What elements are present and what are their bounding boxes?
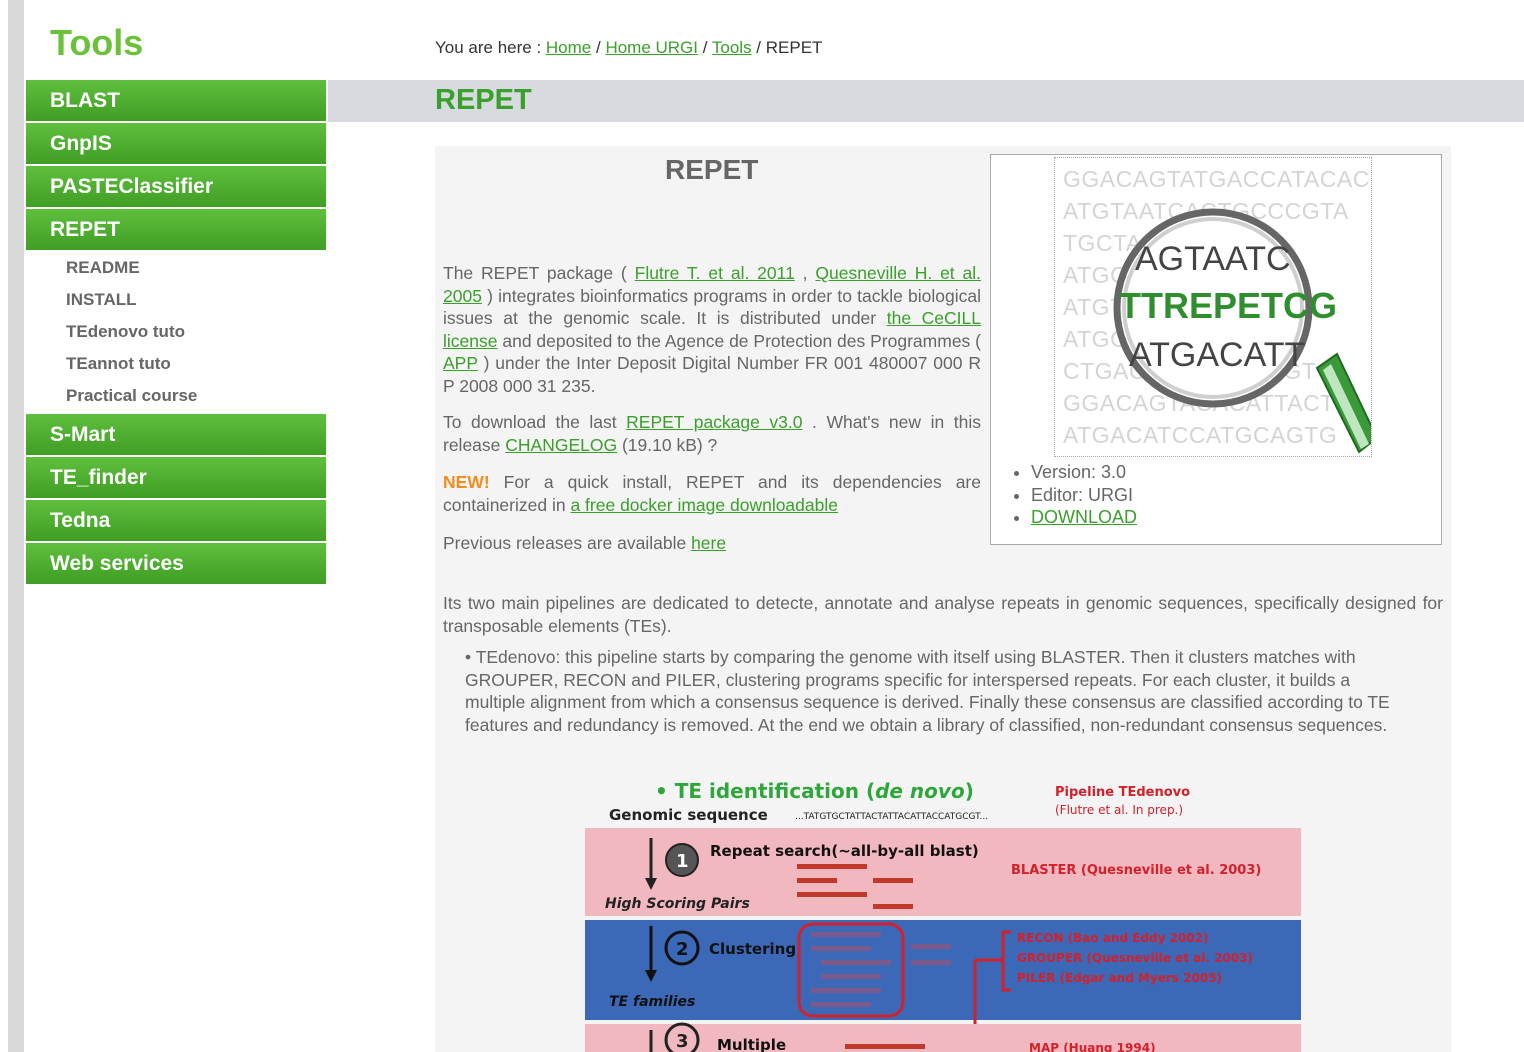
breadcrumb-prefix: You are here : xyxy=(435,38,546,57)
breadcrumb-current: REPET xyxy=(765,38,823,57)
map-reference: MAP (Huang 1994) xyxy=(1029,1041,1156,1052)
content-title: REPET xyxy=(665,154,759,185)
tedenovo-item: • TEdenovo: this pipeline starts by comp… xyxy=(465,646,1415,736)
blaster-reference: BLASTER (Quesneville et al. 2003) xyxy=(1011,863,1261,878)
step2-label: Clustering xyxy=(709,940,796,958)
logo-lens-line: TTREPETCG xyxy=(1119,285,1337,326)
version-item: Version: 3.0 xyxy=(1031,461,1137,484)
step3-alignment-glyph xyxy=(845,1044,925,1049)
breadcrumb-link-home[interactable]: Home xyxy=(546,38,591,57)
sidebar-item-te-finder[interactable]: TE_finder xyxy=(26,457,326,498)
new-badge: NEW! xyxy=(443,472,490,492)
previous-paragraph: Previous releases are available here xyxy=(443,532,981,555)
sidebar-item-gnpis[interactable]: GnpIS xyxy=(26,123,326,164)
breadcrumb-link-home-urgi[interactable]: Home URGI xyxy=(605,38,698,57)
breadcrumb-separator: / xyxy=(591,38,606,57)
download-text: (19.10 kB) ? xyxy=(617,434,718,455)
download-paragraph: To download the last REPET package v3.0 … xyxy=(443,411,981,456)
sidebar-title: Tools xyxy=(50,22,144,63)
breadcrumb-separator: / xyxy=(751,38,766,57)
breadcrumb: You are here : Home / Home URGI / Tools … xyxy=(435,38,822,58)
intro-text: , xyxy=(794,263,816,283)
sidebar-item-pasteclassifier[interactable]: PASTEClassifier xyxy=(26,166,326,207)
intro-text: and deposited to the Agence de Protectio… xyxy=(497,330,981,351)
left-edge-bar xyxy=(8,0,24,1052)
sidebar-subitem-install[interactable]: INSTALL xyxy=(26,284,326,316)
content-panel: REPET The REPET package ( Flutre T. et a… xyxy=(435,146,1451,1052)
breadcrumb-separator: / xyxy=(698,38,712,57)
sidebar-subitem-teannot-tuto[interactable]: TEannot tuto xyxy=(26,348,326,380)
changelog-link[interactable]: CHANGELOG xyxy=(505,435,617,455)
breadcrumb-link-tools[interactable]: Tools xyxy=(712,38,752,57)
info-box: GGACAGTATGACCATACACCT ATGTAATCACTGCCCGTA… xyxy=(990,154,1442,545)
new-paragraph: NEW! For a quick install, REPET and its … xyxy=(443,471,981,516)
bullet-icon: • xyxy=(465,647,476,667)
pipeline-title: Pipeline TEdenovo xyxy=(1055,785,1190,800)
sidebar-item-web-services[interactable]: Web services xyxy=(26,543,326,584)
previous-releases-link[interactable]: here xyxy=(691,533,726,553)
previous-text: Previous releases are available xyxy=(443,533,692,553)
sidebar-nav: BLAST GnpIS PASTEClassifier REPET README… xyxy=(26,80,326,586)
flutre-2011-link[interactable]: Flutre T. et al. 2011 xyxy=(635,263,795,283)
intro-text: The REPET package ( xyxy=(443,263,635,283)
pipeline-list: • TEdenovo: this pipeline starts by comp… xyxy=(465,646,1415,736)
intro-text: ) under the Inter Deposit Digital Number… xyxy=(443,353,981,396)
genomic-sequence-string: ...TATGTGCTATTACTATTACATTACCATGCGT... xyxy=(795,812,988,822)
sidebar-item-tedna[interactable]: Tedna xyxy=(26,500,326,541)
download-text: To download the last xyxy=(443,412,627,432)
sidebar: Tools BLAST GnpIS PASTEClassifier REPET … xyxy=(26,0,326,1052)
sidebar-subitem-tedenovo-tuto[interactable]: TEdenovo tuto xyxy=(26,316,326,348)
piler-reference: PILER (Edgar and Myers 2005) xyxy=(1017,971,1222,985)
diagram-heading: • TE identification (de novo) xyxy=(655,779,974,803)
genomic-sequence-label: Genomic sequence xyxy=(609,806,768,824)
download-item: DOWNLOAD xyxy=(1031,506,1137,529)
sidebar-item-blast[interactable]: BLAST xyxy=(26,80,326,121)
repet-submenu: README INSTALL TEdenovo tuto TEannot tut… xyxy=(26,252,326,414)
tedenovo-text: TEdenovo: this pipeline starts by compar… xyxy=(465,647,1390,735)
recon-reference: RECON (Bao and Eddy 2002) xyxy=(1017,931,1208,945)
step3-label: Multiple xyxy=(717,1036,786,1052)
pipelines-paragraph: Its two main pipelines are dedicated to … xyxy=(443,593,1443,636)
repet-logo: GGACAGTATGACCATACACCT ATGTAATCACTGCCCGTA… xyxy=(1054,157,1372,457)
magnifier-icon: AGTAATC TTREPETCG ATGACATT xyxy=(1113,208,1371,454)
step3-number: 3 xyxy=(676,1031,689,1052)
step1-output-label: High Scoring Pairs xyxy=(605,896,750,912)
info-list: Version: 3.0 Editor: URGI DOWNLOAD xyxy=(1013,461,1137,529)
logo-lens-line: AGTAATC xyxy=(1135,240,1291,278)
step1-label: Repeat search(~all-by-all blast) xyxy=(710,842,979,860)
step2-number: 2 xyxy=(676,939,689,960)
logo-lens-line: ATGACATT xyxy=(1129,336,1305,374)
docker-image-link[interactable]: a free docker image downloadable xyxy=(570,495,838,515)
grouper-reference: GROUPER (Quesneville et al. 2003) xyxy=(1017,951,1253,965)
pipeline-reference: (Flutre et al. In prep.) xyxy=(1055,803,1183,817)
sidebar-subitem-practical-course[interactable]: Practical course xyxy=(26,380,326,412)
download-link[interactable]: DOWNLOAD xyxy=(1031,507,1137,527)
sidebar-item-repet[interactable]: REPET xyxy=(26,209,326,250)
page-title: REPET xyxy=(435,84,532,116)
tedenovo-diagram: • TE identification (de novo) Pipeline T… xyxy=(585,776,1301,1052)
sidebar-subitem-readme[interactable]: README xyxy=(26,252,326,284)
step1-number: 1 xyxy=(676,851,689,872)
repet-package-link[interactable]: REPET package v3.0 xyxy=(626,412,802,432)
app-link[interactable]: APP xyxy=(443,353,478,373)
step2-output-label: TE families xyxy=(609,994,695,1010)
intro-paragraph: The REPET package ( Flutre T. et al. 201… xyxy=(443,262,981,397)
editor-item: Editor: URGI xyxy=(1031,484,1137,507)
sidebar-item-s-mart[interactable]: S-Mart xyxy=(26,414,326,455)
